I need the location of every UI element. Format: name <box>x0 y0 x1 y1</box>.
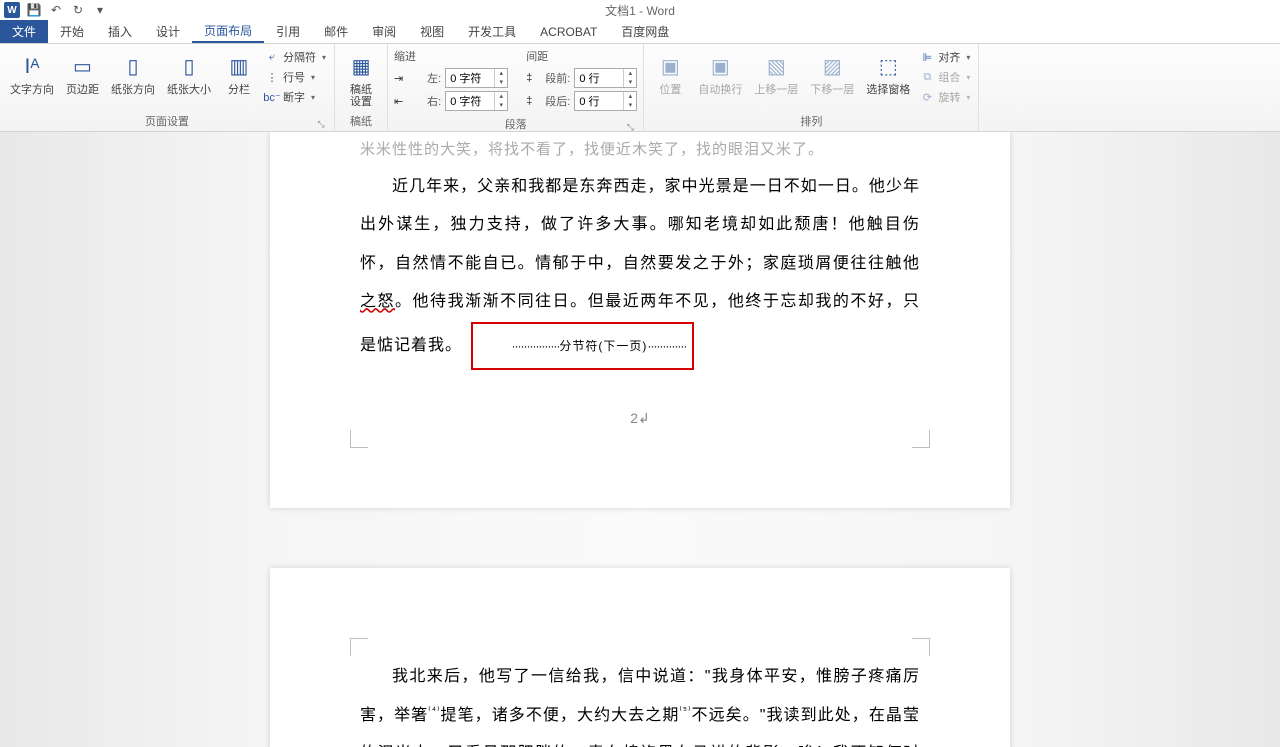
tab-references[interactable]: 引用 <box>264 20 312 43</box>
app-icon: W <box>4 2 20 18</box>
qat-customize-icon[interactable]: ▾ <box>92 2 108 18</box>
forward-icon: ▧ <box>760 50 792 82</box>
indent-right-input[interactable]: ▴▾ <box>445 91 508 111</box>
breaks-icon: ⤶ <box>265 50 279 64</box>
indent-right-icon: ⇤ <box>394 95 403 108</box>
spin-up-icon[interactable]: ▴ <box>495 92 507 101</box>
indent-left-icon: ⇥ <box>394 72 403 85</box>
ribbon-tabs: 文件 开始 插入 设计 页面布局 引用 邮件 审阅 视图 开发工具 ACROBA… <box>0 20 1280 44</box>
chevron-down-icon: ▾ <box>966 53 970 62</box>
body-paragraph[interactable]: 我北来后，他写了一信给我，信中说道："我身体平安，惟膀子疼痛厉害，举箸⁽⁴⁾提笔… <box>360 658 920 747</box>
space-before-icon: ‡ <box>526 72 532 84</box>
columns-button[interactable]: ▥分栏 <box>219 48 259 98</box>
tab-developer[interactable]: 开发工具 <box>456 20 528 43</box>
group-manuscript: ▦稿纸 设置 稿纸 <box>335 44 388 131</box>
chevron-down-icon: ▾ <box>966 93 970 102</box>
body-paragraph[interactable]: 近几年来，父亲和我都是东奔西走，家中光景是一日不如一日。他少年出外谋生，独力支持… <box>360 168 920 370</box>
margin-corner-icon <box>350 430 368 448</box>
size-icon: ▯ <box>173 50 205 82</box>
save-icon[interactable]: 💾 <box>26 2 42 18</box>
position-icon: ▣ <box>654 50 686 82</box>
page-number: 2↲ <box>360 410 920 428</box>
columns-icon: ▥ <box>223 50 255 82</box>
align-icon: ⊫ <box>920 50 934 64</box>
paragraph-launcher[interactable]: ⤡ <box>625 122 635 132</box>
chevron-down-icon: ▾ <box>966 73 970 82</box>
position-button[interactable]: ▣位置 <box>650 48 690 98</box>
space-after-input[interactable]: ▴▾ <box>574 91 637 111</box>
spin-down-icon[interactable]: ▾ <box>495 101 507 110</box>
group-paragraph: 缩进 ⇥ 左: ▴▾ ⇤ 右: ▴▾ 间距 ‡ 段前: ▴▾ <box>388 44 644 131</box>
breaks-button[interactable]: ⤶分隔符▾ <box>263 48 328 66</box>
page-1[interactable]: 米米性性的大笑，将找不看了，找便近木笑了，找的眼泪又米了。 近几年来，父亲和我都… <box>270 132 1010 508</box>
linenum-icon: ⋮ <box>265 70 279 84</box>
margin-corner-icon <box>350 638 368 656</box>
space-before-input[interactable]: ▴▾ <box>574 68 637 88</box>
tab-design[interactable]: 设计 <box>144 20 192 43</box>
page-2[interactable]: 我北来后，他写了一信给我，信中说道："我身体平安，惟膀子疼痛厉害，举箸⁽⁴⁾提笔… <box>270 568 1010 747</box>
margins-button[interactable]: ▭页边距 <box>62 48 103 98</box>
chevron-down-icon: ▾ <box>322 53 326 62</box>
tab-file[interactable]: 文件 <box>0 20 48 43</box>
space-after-icon: ‡ <box>526 95 532 107</box>
bring-forward-button[interactable]: ▧上移一层 <box>750 48 802 98</box>
redo-icon[interactable]: ↻ <box>70 2 86 18</box>
tab-view[interactable]: 视图 <box>408 20 456 43</box>
text-direction-icon: Ⅰᴬ <box>16 50 48 82</box>
section-break-marker[interactable]: ················分节符(下一页)············· <box>471 322 694 371</box>
wrap-text-button[interactable]: ▣自动换行 <box>694 48 746 98</box>
backward-icon: ▨ <box>816 50 848 82</box>
align-button[interactable]: ⊫对齐▾ <box>918 48 972 66</box>
paper-size-button[interactable]: ▯纸张大小 <box>163 48 215 98</box>
window-title: 文档1 - Word <box>605 2 675 19</box>
selection-pane-button[interactable]: ⬚选择窗格 <box>862 48 914 98</box>
hyphen-icon: bc⁻ <box>265 90 279 104</box>
clipped-line[interactable]: 米米性性的大笑，将找不看了，找便近木笑了，找的眼泪又米了。 <box>360 132 920 168</box>
text-direction-button[interactable]: Ⅰᴬ文字方向 <box>6 48 58 98</box>
margin-corner-icon <box>912 638 930 656</box>
tab-review[interactable]: 审阅 <box>360 20 408 43</box>
tab-insert[interactable]: 插入 <box>96 20 144 43</box>
tab-acrobat[interactable]: ACROBAT <box>528 20 609 43</box>
spin-up-icon[interactable]: ▴ <box>624 69 636 78</box>
orientation-button[interactable]: ▯纸张方向 <box>107 48 159 98</box>
orientation-icon: ▯ <box>117 50 149 82</box>
spin-up-icon[interactable]: ▴ <box>624 92 636 101</box>
indent-left-input[interactable]: ▴▾ <box>445 68 508 88</box>
manuscript-icon: ▦ <box>345 50 377 82</box>
page-setup-launcher[interactable]: ⤡ <box>316 119 326 129</box>
rotate-button[interactable]: ⟳旋转▾ <box>918 88 972 106</box>
tab-page-layout[interactable]: 页面布局 <box>192 20 264 43</box>
margin-corner-icon <box>912 430 930 448</box>
manuscript-settings-button[interactable]: ▦稿纸 设置 <box>341 48 381 110</box>
title-bar: W 💾 ↶ ↻ ▾ 文档1 - Word <box>0 0 1280 20</box>
spin-up-icon[interactable]: ▴ <box>495 69 507 78</box>
group-icon: ⧉ <box>920 70 934 84</box>
document-area[interactable]: 米米性性的大笑，将找不看了，找便近木笑了，找的眼泪又米了。 近几年来，父亲和我都… <box>0 132 1280 747</box>
margins-icon: ▭ <box>67 50 99 82</box>
spin-down-icon[interactable]: ▾ <box>624 78 636 87</box>
tab-mailings[interactable]: 邮件 <box>312 20 360 43</box>
indent-head: 缩进 <box>394 48 508 64</box>
group-objects-button[interactable]: ⧉组合▾ <box>918 68 972 86</box>
selection-pane-icon: ⬚ <box>872 50 904 82</box>
rotate-icon: ⟳ <box>920 90 934 104</box>
undo-icon[interactable]: ↶ <box>48 2 64 18</box>
spin-down-icon[interactable]: ▾ <box>624 101 636 110</box>
chevron-down-icon: ▾ <box>311 73 315 82</box>
ribbon: Ⅰᴬ文字方向 ▭页边距 ▯纸张方向 ▯纸张大小 ▥分栏 ⤶分隔符▾ ⋮行号▾ b… <box>0 44 1280 132</box>
tab-baidu[interactable]: 百度网盘 <box>609 20 681 43</box>
tab-home[interactable]: 开始 <box>48 20 96 43</box>
spacing-head: 间距 <box>526 48 637 64</box>
hyphenation-button[interactable]: bc⁻断字▾ <box>263 88 328 106</box>
group-arrange: ▣位置 ▣自动换行 ▧上移一层 ▨下移一层 ⬚选择窗格 ⊫对齐▾ ⧉组合▾ ⟳旋… <box>644 44 979 131</box>
spin-down-icon[interactable]: ▾ <box>495 78 507 87</box>
line-numbers-button[interactable]: ⋮行号▾ <box>263 68 328 86</box>
send-backward-button[interactable]: ▨下移一层 <box>806 48 858 98</box>
chevron-down-icon: ▾ <box>311 93 315 102</box>
wrap-icon: ▣ <box>704 50 736 82</box>
group-page-setup: Ⅰᴬ文字方向 ▭页边距 ▯纸张方向 ▯纸张大小 ▥分栏 ⤶分隔符▾ ⋮行号▾ b… <box>0 44 335 131</box>
